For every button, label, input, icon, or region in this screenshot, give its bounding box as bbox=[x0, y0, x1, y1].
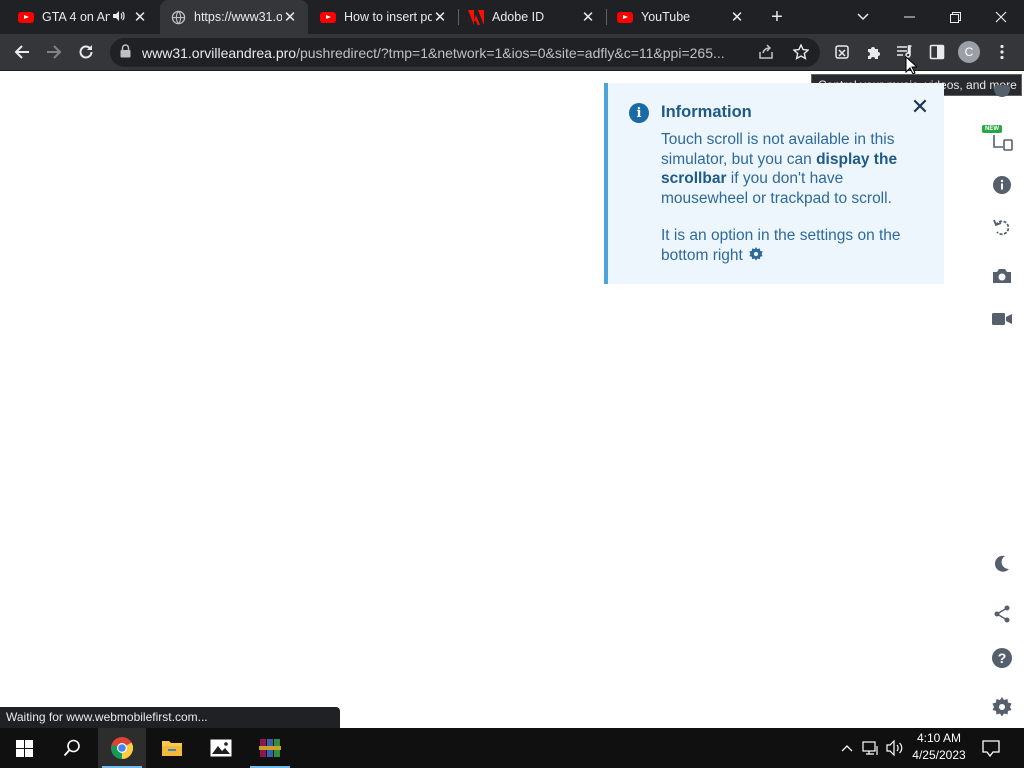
chrome-taskbar-icon[interactable] bbox=[98, 728, 146, 768]
share-icon[interactable] bbox=[758, 44, 774, 65]
profile-avatar[interactable]: C bbox=[958, 41, 980, 63]
settings-gear-icon bbox=[749, 246, 763, 267]
bookmark-star-icon[interactable] bbox=[792, 43, 810, 65]
lock-icon[interactable] bbox=[120, 44, 131, 63]
tab-title: YouTube bbox=[641, 10, 691, 24]
information-panel: i Information ✕ Touch scroll is not avai… bbox=[604, 83, 944, 284]
tab-title: GTA 4 on Android bbox=[42, 10, 110, 24]
adobe-icon bbox=[468, 9, 484, 25]
file-explorer-icon[interactable] bbox=[148, 728, 196, 768]
extension-icon[interactable] bbox=[828, 38, 856, 66]
restore-button[interactable] bbox=[932, 0, 978, 34]
menu-kebab-icon[interactable] bbox=[988, 38, 1016, 66]
devices-icon[interactable] bbox=[991, 131, 1013, 153]
youtube-icon bbox=[320, 9, 336, 25]
close-window-button[interactable] bbox=[978, 0, 1024, 34]
youtube-icon bbox=[617, 9, 633, 25]
photos-icon[interactable] bbox=[197, 728, 245, 768]
info-settings-text: It is an option in the settings on the b… bbox=[661, 227, 901, 264]
show-hidden-icons-chevron-icon[interactable] bbox=[838, 728, 856, 768]
tab-adobe-id[interactable]: Adobe ID ✕ bbox=[458, 0, 606, 34]
url-path: /pushredirect/?tmp=1&network=1&ios=0&sit… bbox=[296, 45, 725, 61]
help-icon[interactable]: ? bbox=[991, 647, 1013, 669]
back-button[interactable] bbox=[8, 38, 36, 66]
clock-time: 4:10 AM bbox=[916, 731, 962, 745]
reload-button[interactable] bbox=[72, 38, 100, 66]
status-bubble: Waiting for www.webmobilefirst.com... bbox=[0, 707, 340, 728]
settings-gear-icon[interactable] bbox=[991, 696, 1013, 718]
svg-text:?: ? bbox=[998, 650, 1007, 666]
new-tab-button[interactable]: + bbox=[766, 7, 788, 27]
network-icon[interactable] bbox=[860, 728, 882, 768]
close-icon[interactable]: ✕ bbox=[729, 9, 745, 26]
video-camera-icon[interactable] bbox=[991, 308, 1013, 330]
side-panel-icon[interactable] bbox=[923, 38, 951, 66]
tab-title: https://www31.orvilleandrea.pro bbox=[194, 10, 282, 24]
address-bar[interactable]: www31.orvilleandrea.pro/pushredirect/?tm… bbox=[110, 38, 820, 67]
info-body: Touch scroll is not available in this si… bbox=[661, 130, 921, 208]
youtube-icon bbox=[18, 9, 34, 25]
partial-circle-icon[interactable] bbox=[991, 85, 1013, 101]
notifications-icon[interactable] bbox=[978, 728, 1004, 768]
url-host: www31.orvilleandrea.pro bbox=[142, 45, 297, 61]
tab-strip: GTA 4 on Android ✕ https://www31.orville… bbox=[0, 0, 1024, 34]
info-icon: i bbox=[629, 103, 649, 123]
info-title: Information bbox=[661, 103, 752, 121]
rotate-icon[interactable] bbox=[991, 216, 1013, 238]
tab-title: How to insert pdf bbox=[344, 10, 432, 24]
tab-youtube[interactable]: YouTube ✕ bbox=[607, 0, 755, 34]
forward-button[interactable] bbox=[40, 38, 68, 66]
windows-taskbar: 4:10 AM 4/25/2023 bbox=[0, 728, 1024, 768]
speaker-icon[interactable] bbox=[112, 10, 126, 25]
tab-insert-pdf[interactable]: How to insert pdf ✕ bbox=[310, 0, 458, 34]
tab-orvilleandrea[interactable]: https://www31.orvilleandrea.pro ✕ bbox=[160, 0, 308, 34]
info-icon[interactable] bbox=[991, 174, 1013, 196]
camera-icon[interactable] bbox=[991, 265, 1013, 287]
tab-gta[interactable]: GTA 4 on Android ✕ bbox=[8, 0, 158, 34]
windows-start-icon[interactable] bbox=[0, 728, 48, 768]
search-icon[interactable] bbox=[48, 728, 96, 768]
browser-toolbar: www31.orvilleandrea.pro/pushredirect/?tm… bbox=[0, 34, 1024, 71]
clock-date: 4/25/2023 bbox=[912, 748, 966, 762]
volume-icon[interactable] bbox=[884, 728, 906, 768]
close-info-button[interactable]: ✕ bbox=[910, 96, 930, 118]
minimize-button[interactable] bbox=[886, 0, 932, 34]
puzzle-icon[interactable] bbox=[860, 38, 888, 66]
share-icon[interactable] bbox=[991, 603, 1013, 625]
close-icon[interactable]: ✕ bbox=[432, 9, 448, 26]
dark-mode-moon-icon[interactable] bbox=[991, 553, 1013, 575]
tab-search-chevron-icon[interactable] bbox=[840, 0, 886, 34]
system-clock[interactable]: 4:10 AM 4/25/2023 bbox=[908, 730, 970, 764]
close-icon[interactable]: ✕ bbox=[282, 9, 298, 26]
url-text[interactable]: www31.orvilleandrea.pro/pushredirect/?tm… bbox=[142, 45, 752, 61]
winrar-icon[interactable] bbox=[246, 728, 294, 768]
close-icon[interactable]: ✕ bbox=[580, 9, 596, 26]
tab-title: Adobe ID bbox=[492, 10, 545, 24]
info-settings-note: It is an option in the settings on the b… bbox=[661, 226, 921, 266]
globe-icon bbox=[170, 9, 186, 25]
close-icon[interactable]: ✕ bbox=[132, 9, 148, 26]
